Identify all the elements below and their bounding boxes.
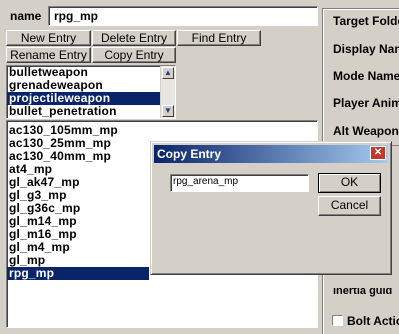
name-field[interactable]: rpg_mp [48, 6, 318, 26]
name-label: name [10, 9, 42, 23]
inertia-guidance-label: inertia guid [333, 288, 393, 297]
weapon-type-list[interactable]: bulletweapon grenadeweapon projectilewea… [6, 65, 176, 119]
dialog-titlebar[interactable]: Copy Entry ✕ [154, 145, 388, 163]
cancel-button[interactable]: Cancel [318, 196, 381, 216]
target-folder-label: Target Folde [333, 14, 399, 28]
close-icon[interactable]: ✕ [370, 146, 386, 160]
copy-entry-dialog: Copy Entry ✕ rpg_arena_mp OK Cancel [150, 141, 392, 275]
find-entry-button[interactable]: Find Entry [177, 30, 261, 46]
bolt-action-checkbox[interactable] [332, 315, 343, 326]
dialog-title: Copy Entry [157, 147, 222, 161]
copy-entry-button[interactable]: Copy Entry [92, 47, 176, 63]
delete-entry-button[interactable]: Delete Entry [92, 30, 176, 46]
player-anim-label: Player Anim [333, 96, 399, 110]
rename-entry-button[interactable]: Rename Entry [6, 47, 91, 63]
bolt-action-label: Bolt Actio [347, 314, 399, 328]
scroll-down-icon[interactable]: ▼ [162, 105, 174, 117]
name-field-value: rpg_mp [54, 9, 99, 23]
copy-name-input[interactable]: rpg_arena_mp [170, 174, 309, 192]
copy-name-input-value: rpg_arena_mp [173, 176, 239, 187]
alt-weapon-label: Alt Weapon [333, 124, 399, 138]
vertical-scrollbar[interactable]: ▲ ▼ [160, 66, 175, 118]
new-entry-button[interactable]: New Entry [6, 30, 91, 46]
mode-name-label: Mode Name [333, 69, 399, 83]
display-name-label: Display Nan [333, 42, 399, 56]
scroll-up-icon[interactable]: ▲ [162, 67, 174, 79]
ok-button[interactable]: OK [318, 173, 381, 193]
list-item[interactable]: bullet_penetration [7, 105, 175, 118]
list-item-selected[interactable]: rpg_mp [7, 267, 149, 280]
